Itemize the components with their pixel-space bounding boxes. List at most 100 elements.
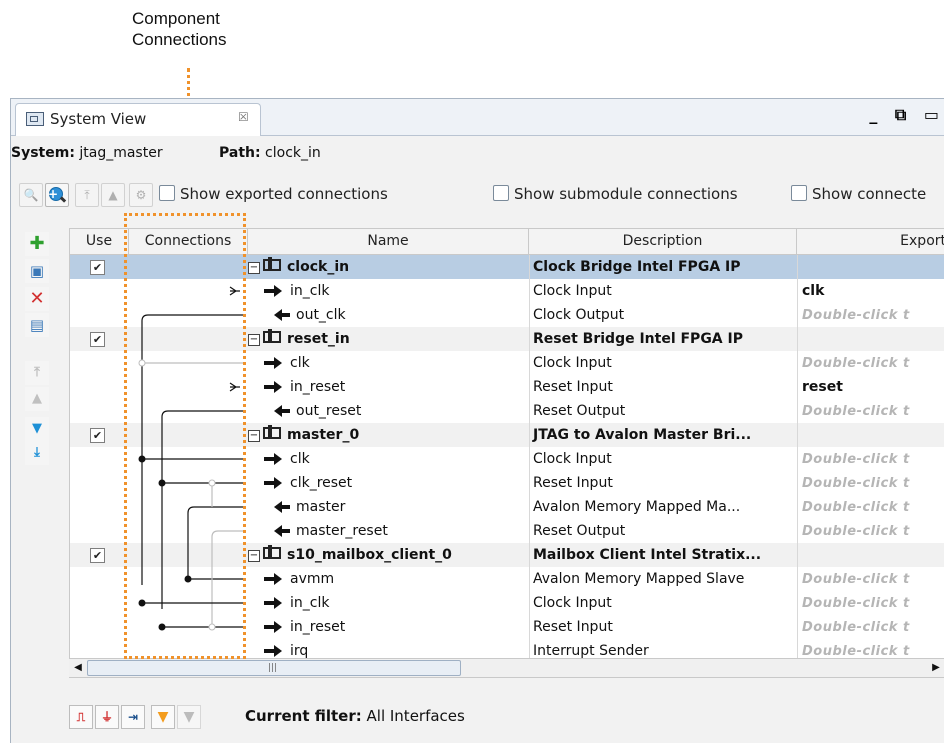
move-to-top-button[interactable]: ⤒: [75, 183, 99, 207]
export-cell[interactable]: Double-click t: [797, 351, 944, 375]
show-connected-checkbox[interactable]: Show connecte: [791, 185, 941, 203]
export-value: Double-click t: [802, 308, 910, 323]
description-cell: Reset Input: [529, 615, 801, 639]
name-cell[interactable]: in_clk: [248, 591, 528, 615]
collapse-icon[interactable]: −: [248, 334, 260, 346]
description-cell: Clock Bridge Intel FPGA IP: [529, 255, 801, 279]
name-cell[interactable]: master: [248, 495, 528, 519]
zoom-in-button[interactable]: +: [45, 183, 69, 207]
export-value: Double-click t: [802, 572, 910, 587]
zoom-out-button[interactable]: 🔍: [19, 183, 43, 207]
use-cell: ✔: [70, 327, 128, 351]
add-component-button[interactable]: ✚: [25, 232, 49, 256]
component-name: clock_in: [287, 259, 350, 275]
move-up-side-button[interactable]: ▲: [25, 387, 49, 411]
move-top-button[interactable]: ⤒: [25, 361, 49, 385]
export-value: reset: [802, 379, 843, 395]
checkbox-box[interactable]: [493, 185, 509, 201]
move-down-button[interactable]: ▼: [25, 417, 49, 441]
name-cell[interactable]: clk_reset: [248, 471, 528, 495]
description-cell: Clock Input: [529, 447, 801, 471]
checkbox-label: Show exported connections: [180, 185, 388, 203]
name-cell[interactable]: − reset_in: [248, 327, 528, 351]
arrow-up-icon: ▲: [32, 391, 42, 406]
name-cell[interactable]: clk: [248, 351, 528, 375]
collapse-icon[interactable]: −: [248, 262, 260, 274]
move-to-top-icon: ⤒: [84, 188, 90, 202]
use-checkbox[interactable]: ✔: [90, 548, 105, 563]
export-cell[interactable]: Double-click t: [797, 471, 944, 495]
name-cell[interactable]: out_reset: [248, 399, 528, 423]
name-cell[interactable]: clk: [248, 447, 528, 471]
name-cell[interactable]: master_reset: [248, 519, 528, 543]
callout-line-1: Component: [132, 9, 220, 28]
connections-callout: Component Connections: [132, 8, 227, 50]
remove-button[interactable]: ✕: [25, 287, 49, 311]
settings-button[interactable]: ⚙: [129, 183, 153, 207]
name-cell[interactable]: in_reset: [248, 615, 528, 639]
tab-close-icon[interactable]: ☒: [238, 110, 249, 124]
scroll-left-icon[interactable]: ◀: [69, 659, 87, 677]
checkbox-box[interactable]: [791, 185, 807, 201]
filter-button[interactable]: ▼: [151, 705, 175, 729]
export-cell[interactable]: Double-click t: [797, 399, 944, 423]
filter-export-button[interactable]: ⇥: [121, 705, 145, 729]
input-port-icon: [264, 621, 282, 633]
filter-reset-button[interactable]: ⏚: [95, 705, 119, 729]
export-cell[interactable]: Double-click t: [797, 639, 944, 659]
name-cell[interactable]: − s10_mailbox_client_0: [248, 543, 528, 567]
move-up-button[interactable]: ▲: [101, 183, 125, 207]
export-cell[interactable]: Double-click t: [797, 519, 944, 543]
export-cell[interactable]: clk: [797, 279, 944, 303]
move-up-icon: ▲: [108, 188, 118, 202]
checkbox-box[interactable]: [159, 185, 175, 201]
export-cell[interactable]: [797, 423, 944, 447]
name-cell[interactable]: irq: [248, 639, 528, 659]
edit-button[interactable]: ▤: [25, 313, 49, 337]
use-cell: ✔: [70, 255, 128, 279]
col-export[interactable]: Export: [797, 229, 944, 254]
grip-icon: |||: [268, 663, 278, 673]
move-bottom-button[interactable]: ⤓: [25, 441, 49, 465]
col-use[interactable]: Use: [70, 229, 129, 254]
export-cell[interactable]: Double-click t: [797, 447, 944, 471]
export-cell[interactable]: [797, 255, 944, 279]
export-cell[interactable]: [797, 543, 944, 567]
add-interface-button[interactable]: ▣: [25, 259, 49, 283]
collapse-icon[interactable]: −: [248, 550, 260, 562]
filter-clock-button[interactable]: ⎍: [69, 705, 93, 729]
name-cell[interactable]: in_reset: [248, 375, 528, 399]
use-cell: [70, 639, 128, 659]
collapse-icon[interactable]: −: [248, 430, 260, 442]
export-cell[interactable]: reset: [797, 375, 944, 399]
name-cell[interactable]: avmm: [248, 567, 528, 591]
export-cell[interactable]: Double-click t: [797, 591, 944, 615]
name-cell[interactable]: in_clk: [248, 279, 528, 303]
show-exported-checkbox[interactable]: Show exported connections: [159, 185, 388, 203]
horizontal-scrollbar[interactable]: ◀ ||| ▶: [69, 658, 944, 678]
clear-filter-button[interactable]: ▼: [177, 705, 201, 729]
window-controls[interactable]: _ ⧉ ▭: [869, 105, 944, 125]
filter-label: Current filter:: [245, 707, 362, 725]
col-name[interactable]: Name: [248, 229, 529, 254]
name-cell[interactable]: − master_0: [248, 423, 528, 447]
export-cell[interactable]: Double-click t: [797, 495, 944, 519]
export-cell[interactable]: Double-click t: [797, 567, 944, 591]
export-value: Double-click t: [802, 356, 910, 371]
use-checkbox[interactable]: ✔: [90, 428, 105, 443]
name-cell[interactable]: out_clk: [248, 303, 528, 327]
show-submodule-checkbox[interactable]: Show submodule connections: [493, 185, 738, 203]
arrow-bottom-icon: ⤓: [34, 445, 40, 460]
export-cell[interactable]: [797, 327, 944, 351]
name-cell[interactable]: − clock_in: [248, 255, 528, 279]
export-cell[interactable]: Double-click t: [797, 303, 944, 327]
system-view-icon: [26, 112, 44, 126]
col-description[interactable]: Description: [529, 229, 797, 254]
use-checkbox[interactable]: ✔: [90, 260, 105, 275]
use-checkbox[interactable]: ✔: [90, 332, 105, 347]
scroll-right-icon[interactable]: ▶: [927, 659, 944, 677]
description-cell: Reset Output: [529, 399, 801, 423]
tab-system-view[interactable]: System View ☒: [15, 103, 261, 136]
export-cell[interactable]: Double-click t: [797, 615, 944, 639]
scroll-thumb[interactable]: |||: [87, 660, 461, 676]
